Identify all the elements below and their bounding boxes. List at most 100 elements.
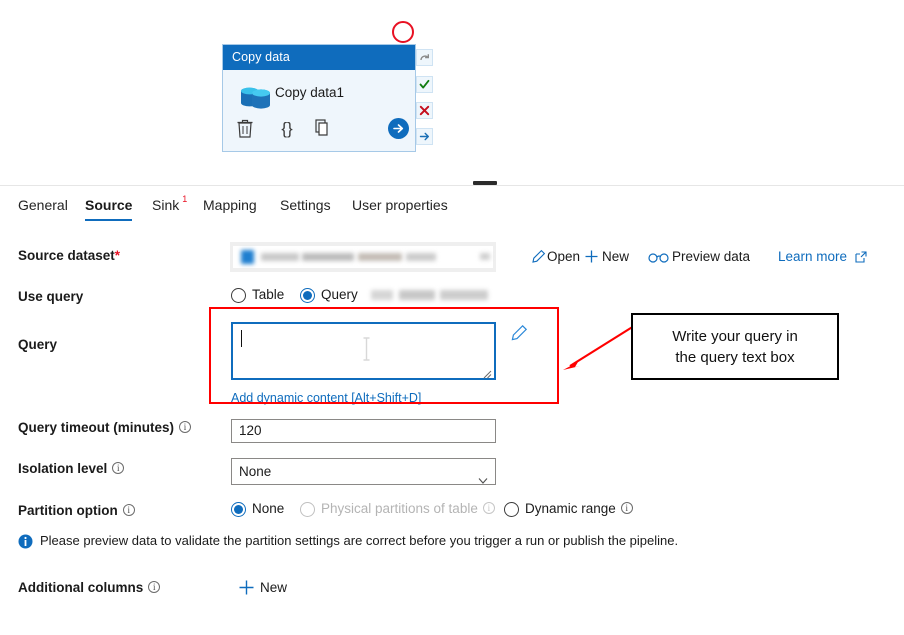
- preview-data-button[interactable]: Preview data: [648, 249, 750, 267]
- text-caret: [241, 330, 242, 347]
- source-dataset-label: Source dataset*: [18, 248, 120, 263]
- radio-use-query-query-label[interactable]: Query: [321, 287, 358, 302]
- radio-use-query-table-label[interactable]: Table: [252, 287, 284, 302]
- additional-columns-label-text: Additional columns: [18, 580, 144, 595]
- pipeline-canvas: Copy data Copy data1 {}: [0, 0, 904, 178]
- callout-line-1: Write your query in: [672, 327, 798, 345]
- plus-icon: [584, 249, 602, 267]
- redacted-text: [440, 290, 488, 300]
- radio-partition-none-label[interactable]: None: [252, 501, 284, 516]
- info-icon[interactable]: i: [620, 502, 633, 514]
- tab-sink[interactable]: Sink 1: [152, 190, 187, 226]
- tab-user-properties[interactable]: User properties: [352, 190, 448, 226]
- properties-tabstrip: General Source Sink 1 Mapping Settings Us…: [0, 190, 904, 226]
- callout-line-2: the query text box: [675, 348, 795, 366]
- info-icon[interactable]: i: [179, 421, 192, 433]
- radio-use-query-query[interactable]: [300, 288, 315, 303]
- isolation-level-value: None: [239, 464, 272, 479]
- tab-settings-label: Settings: [280, 197, 331, 213]
- query-timeout-input[interactable]: 120: [231, 419, 496, 443]
- tab-user-properties-label: User properties: [352, 197, 448, 213]
- radio-partition-dynamic-label[interactable]: Dynamic range i: [525, 501, 633, 516]
- use-query-label: Use query: [18, 289, 84, 304]
- info-filled-icon: [18, 534, 33, 549]
- new-dataset-button[interactable]: New: [584, 249, 629, 267]
- additional-columns-label: Additional columns i: [18, 580, 161, 595]
- query-timeout-value: 120: [239, 423, 262, 438]
- duplicate-icon[interactable]: [314, 118, 336, 140]
- radio-partition-physical-text: Physical partitions of table: [321, 501, 478, 516]
- mouse-ibeam-cursor: [362, 337, 371, 361]
- isolation-level-label: Isolation level i: [18, 461, 125, 476]
- info-icon[interactable]: i: [122, 504, 135, 516]
- tab-mapping[interactable]: Mapping: [203, 190, 257, 226]
- dataset-type-icon: [241, 250, 254, 264]
- add-column-button[interactable]: New: [238, 579, 287, 599]
- add-dynamic-content-link[interactable]: Add dynamic content [Alt+Shift+D]: [231, 391, 421, 405]
- info-icon[interactable]: i: [112, 462, 125, 474]
- tab-source-label: Source: [85, 197, 133, 213]
- radio-partition-physical: [300, 502, 315, 517]
- completion-handle[interactable]: [416, 128, 433, 145]
- isolation-level-select[interactable]: None: [231, 458, 496, 485]
- activity-output-handles: [416, 44, 434, 152]
- open-dataset-button[interactable]: Open: [531, 249, 580, 267]
- annotation-red-circle: [392, 21, 414, 43]
- partition-option-label-text: Partition option: [18, 503, 118, 518]
- annotation-callout-box: Write your query in the query text box: [631, 313, 839, 380]
- plus-icon: [238, 579, 260, 599]
- learn-more-label: Learn more: [778, 249, 848, 264]
- panel-resize-handle[interactable]: [473, 181, 497, 185]
- glasses-icon: [648, 250, 672, 267]
- activity-card-copy-data[interactable]: Copy data Copy data1 {}: [222, 44, 416, 152]
- query-expand-pencil-icon[interactable]: [510, 324, 528, 342]
- success-handle[interactable]: [416, 76, 433, 93]
- panel-divider: [0, 185, 904, 186]
- tab-sink-badge: 1: [182, 194, 188, 204]
- pencil-icon: [531, 249, 547, 267]
- info-icon[interactable]: i: [148, 581, 161, 593]
- isolation-level-label-text: Isolation level: [18, 461, 108, 476]
- tab-general-label: General: [18, 197, 68, 213]
- tab-source[interactable]: Source: [85, 190, 133, 226]
- run-icon[interactable]: [388, 118, 409, 139]
- annotation-callout-text: Write your query in the query text box: [672, 326, 798, 368]
- radio-partition-dynamic[interactable]: [504, 502, 519, 517]
- chevron-down-icon: [478, 468, 488, 484]
- activity-card-toolbar: {}: [236, 118, 409, 146]
- open-label: Open: [547, 249, 581, 264]
- new-label: New: [602, 249, 630, 264]
- tab-settings[interactable]: Settings: [280, 190, 331, 226]
- redacted-text: [358, 253, 402, 261]
- annotation-red-arrow: [558, 322, 638, 374]
- delete-icon[interactable]: [236, 118, 258, 140]
- redacted-text: [302, 253, 354, 261]
- query-timeout-label-text: Query timeout (minutes): [18, 420, 175, 435]
- required-marker: *: [114, 248, 121, 263]
- radio-use-query-table[interactable]: [231, 288, 246, 303]
- textarea-resize-grip[interactable]: [482, 366, 492, 379]
- query-timeout-label: Query timeout (minutes) i: [18, 420, 192, 435]
- info-icon: i: [482, 502, 495, 514]
- tab-general[interactable]: General: [18, 190, 68, 226]
- learn-more-link[interactable]: Learn more: [778, 249, 871, 266]
- adf-copy-activity-source-panel: Copy data Copy data1 {} General Source S…: [0, 0, 904, 635]
- redacted-text: [371, 290, 393, 300]
- skipped-handle[interactable]: [416, 49, 433, 66]
- activity-card-body: Copy data1 {}: [223, 70, 415, 151]
- add-column-label: New: [260, 580, 288, 595]
- activity-card-header: Copy data: [223, 45, 415, 70]
- activity-card-title: Copy data1: [275, 85, 345, 100]
- radio-partition-none[interactable]: [231, 502, 246, 517]
- redacted-text: [406, 253, 436, 261]
- query-label: Query: [18, 337, 58, 352]
- tab-mapping-label: Mapping: [203, 197, 257, 213]
- external-link-icon: [855, 251, 871, 266]
- redacted-text: [399, 290, 435, 300]
- failure-handle[interactable]: [416, 102, 433, 119]
- source-dataset-combobox[interactable]: [230, 242, 496, 272]
- radio-partition-physical-label: Physical partitions of table i: [321, 501, 495, 516]
- code-icon[interactable]: {}: [276, 118, 298, 140]
- redacted-chevron: [480, 253, 490, 260]
- preview-data-label: Preview data: [672, 249, 751, 264]
